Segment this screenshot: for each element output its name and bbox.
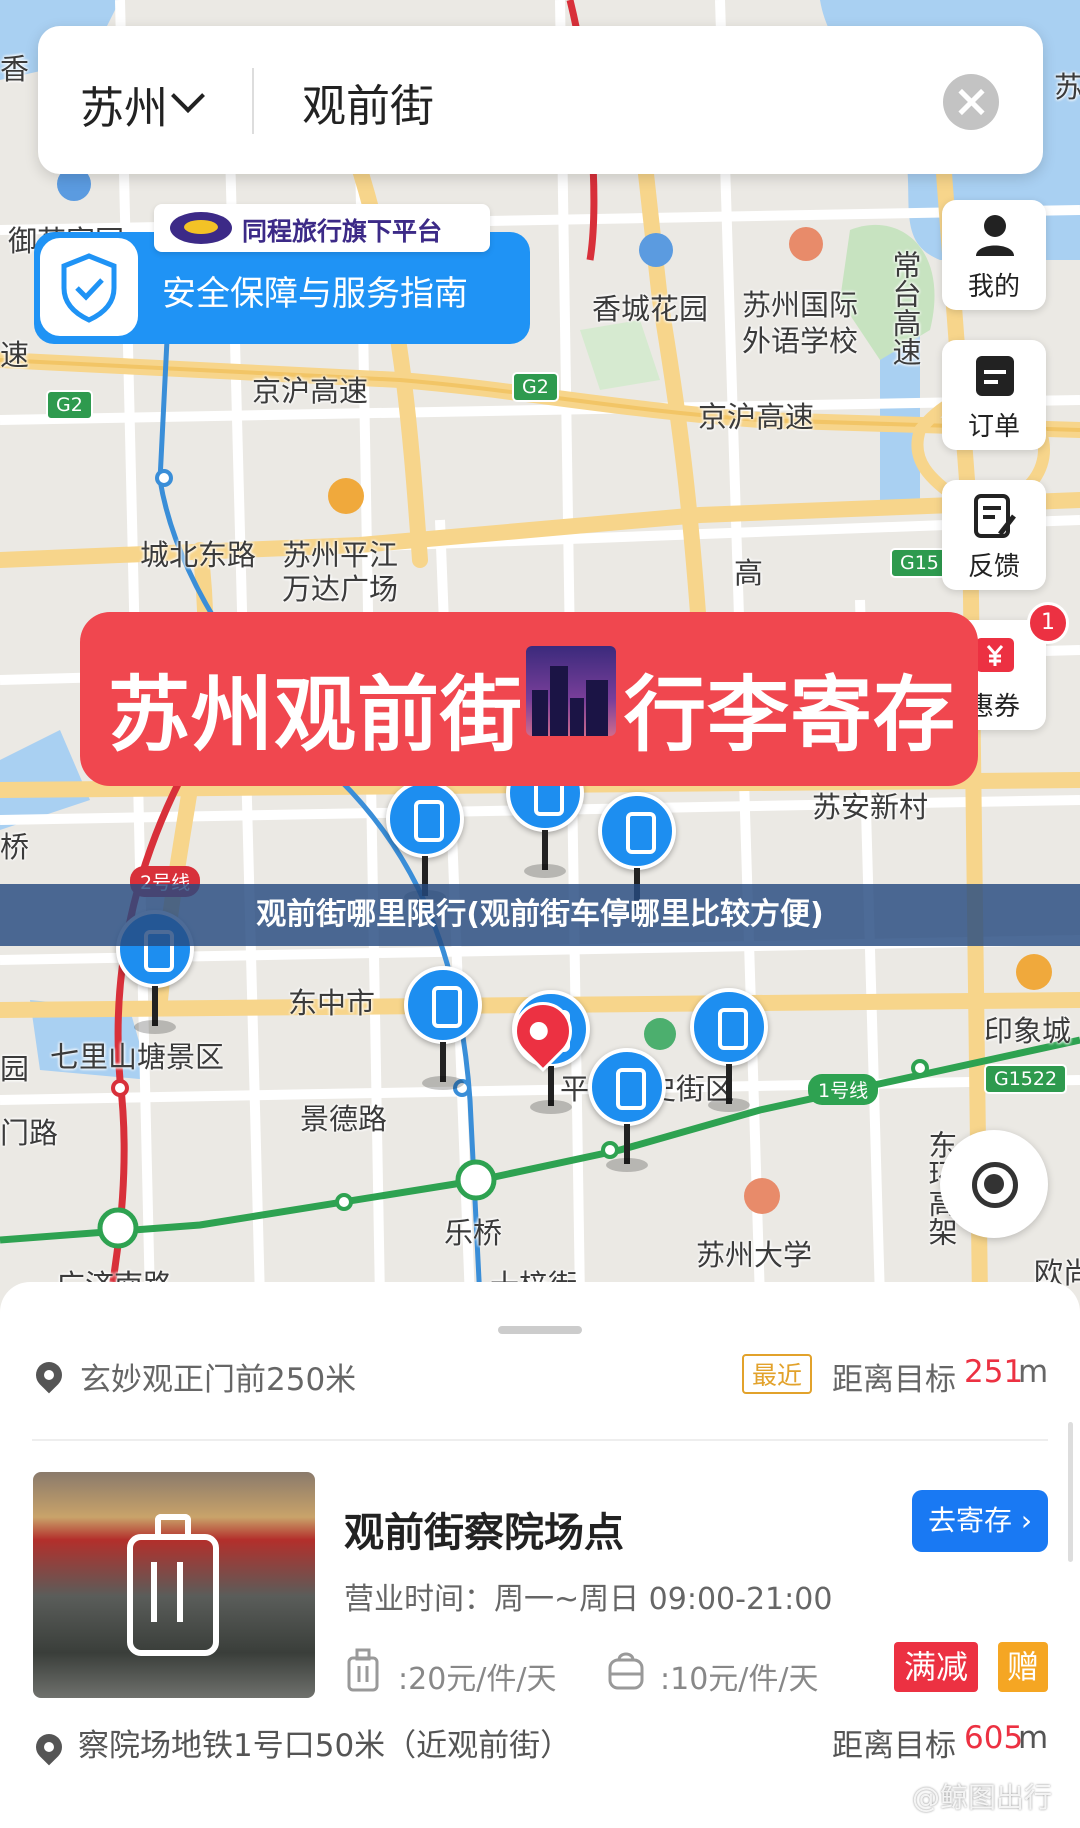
order-icon	[976, 356, 1014, 396]
store-address: 察院场地铁1号口50米（近观前街）	[78, 1728, 572, 1764]
map-label: 园	[0, 1052, 30, 1086]
prev-distance-label: 距离目标	[832, 1362, 956, 1398]
orders-label: 订单	[967, 412, 1020, 442]
divider	[252, 68, 254, 134]
prev-address: 玄妙观正门前250米	[80, 1362, 357, 1398]
business-hours: 营业时间：周一~周日 09:00-21:00	[344, 1582, 833, 1617]
mine-button[interactable]: 我的	[942, 200, 1046, 310]
list-item[interactable]: 玄妙观正门前250米 最近 距离目标 251 m	[0, 1354, 1080, 1442]
clear-search-button[interactable]	[943, 74, 999, 130]
map-label: 香城花园	[592, 292, 709, 326]
map-label: 苏州大学	[696, 1238, 813, 1272]
map-label: 苏安新村	[812, 790, 929, 824]
luggage-icon	[127, 1514, 219, 1656]
go-store-label: 去寄存	[927, 1504, 1012, 1537]
map-label: 苏	[1054, 70, 1080, 104]
tongcheng-logo-icon	[170, 212, 232, 244]
map-label: 东中市	[288, 986, 376, 1020]
watermark: @鲸图出行	[912, 1781, 1053, 1814]
map-label: 城北东路	[140, 538, 257, 572]
map-label: 桥	[0, 830, 30, 864]
map-label: 外语学校	[742, 324, 859, 358]
banner-title-left: 苏州观前街	[108, 668, 524, 763]
guide-label: 安全保障与服务指南	[162, 274, 468, 314]
map-label: 速	[0, 338, 30, 372]
map-label: 常台高速	[888, 250, 922, 366]
storage-point-marker[interactable]	[588, 1048, 672, 1188]
price-suitcase: :20元/件/天	[398, 1662, 557, 1697]
backpack-icon	[608, 1652, 644, 1690]
location-pin-icon	[30, 1356, 68, 1394]
road-shield: G2	[46, 390, 93, 420]
map-label: 乐桥	[444, 1216, 503, 1250]
road-shield: G2	[512, 372, 559, 402]
brand-badge: 同程旅行旗下平台	[154, 204, 490, 252]
chevron-down-icon[interactable]	[171, 79, 205, 113]
store-photo[interactable]	[33, 1472, 315, 1698]
banner-title-right: 行李寄存	[624, 668, 957, 763]
feedback-button[interactable]: 反馈	[942, 480, 1046, 590]
orders-button[interactable]: 订单	[942, 340, 1046, 450]
locate-me-button[interactable]	[940, 1130, 1048, 1238]
store-name[interactable]: 观前街察院场点	[344, 1500, 624, 1558]
article-title-overlay: 观前街哪里限行(观前街车停哪里比较方便)	[0, 884, 1080, 946]
suitcase-icon	[347, 1648, 379, 1692]
scrollbar[interactable]	[1068, 1422, 1073, 1562]
city-selector[interactable]: 苏州	[80, 72, 168, 136]
discount-tag: 满减	[894, 1642, 978, 1692]
user-icon	[976, 215, 1014, 256]
road-shield: G1522	[984, 1064, 1068, 1094]
map-label: 景德路	[300, 1102, 388, 1136]
divider	[32, 1439, 1048, 1441]
shield-icon	[40, 238, 138, 336]
map-label: 京沪高速	[252, 374, 369, 408]
go-store-button[interactable]: 去寄存 ›	[912, 1490, 1048, 1552]
coupon-icon	[976, 638, 1014, 672]
mine-label: 我的	[967, 272, 1020, 302]
map-label: 万达广场	[282, 572, 399, 606]
map-label: 门路	[0, 1116, 59, 1150]
gift-tag: 赠	[998, 1642, 1048, 1692]
metro-line-tag: 1号线	[808, 1074, 879, 1105]
feedback-label: 反馈	[967, 552, 1020, 582]
search-bar: 苏州	[38, 26, 1043, 174]
drag-handle[interactable]	[498, 1326, 582, 1334]
map-label: 高	[734, 556, 764, 590]
coupon-count-badge: 1	[1027, 602, 1069, 644]
prev-distance-value: 251	[964, 1354, 1024, 1390]
search-input[interactable]	[300, 66, 824, 138]
storage-point-marker[interactable]	[690, 988, 774, 1128]
distance-unit: m	[1018, 1720, 1049, 1756]
distance-value: 605	[964, 1720, 1024, 1756]
brand-badge-label: 同程旅行旗下平台	[242, 217, 443, 246]
storage-point-marker[interactable]	[404, 966, 488, 1106]
map-label: 香	[0, 52, 30, 86]
road-shield: G15	[890, 548, 949, 578]
results-sheet: 玄妙观正门前250米 最近 距离目标 251 m 观前街察院场点 去寄存 › 营…	[0, 1282, 1080, 1828]
map-label: 印象城	[984, 1014, 1072, 1048]
location-pin-icon	[30, 1728, 68, 1766]
feedback-icon	[974, 494, 1016, 538]
price-bag: :10元/件/天	[660, 1662, 819, 1697]
prev-distance-unit: m	[1018, 1354, 1049, 1390]
nearest-tag: 最近	[742, 1354, 813, 1394]
night-city-emoji-icon	[526, 646, 616, 736]
distance-label: 距离目标	[832, 1728, 956, 1764]
map-label: 京沪高速	[698, 400, 815, 434]
